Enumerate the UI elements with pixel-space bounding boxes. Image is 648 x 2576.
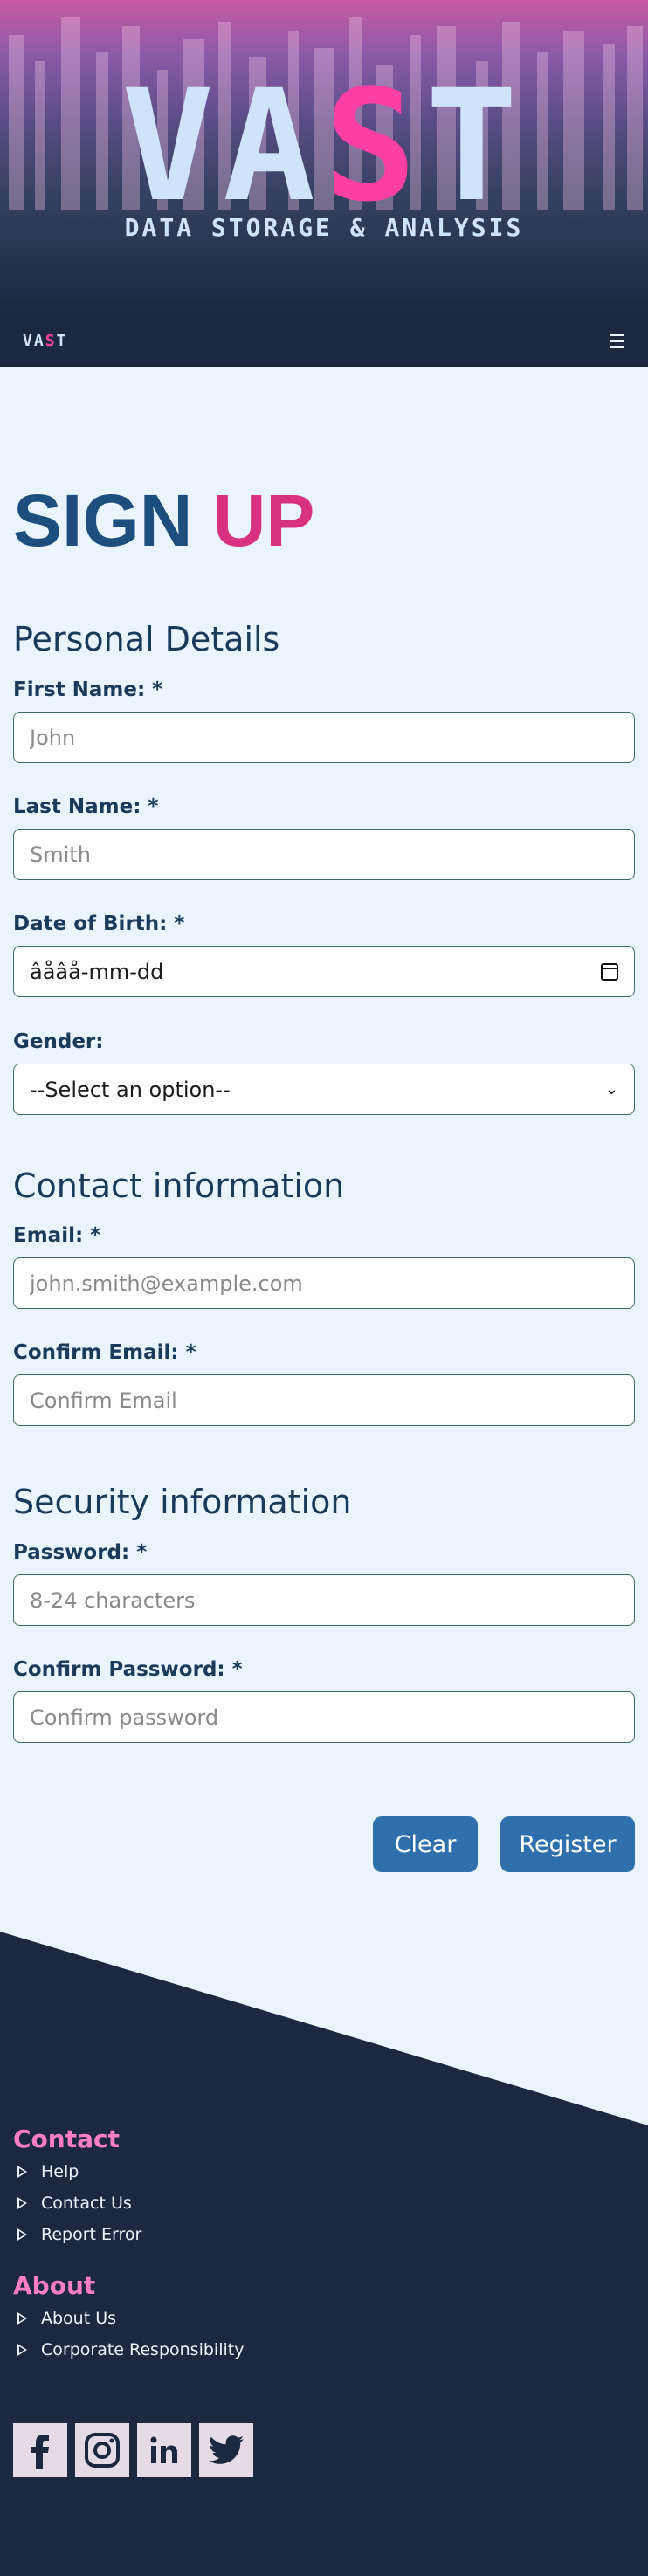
triangle-right-icon <box>17 2312 27 2325</box>
triangle-right-icon <box>17 2166 27 2178</box>
confirm-email-field[interactable] <box>13 1374 635 1426</box>
hero-title: VAST <box>121 57 527 236</box>
footer-link-corporate-responsibility[interactable]: Corporate Responsibility <box>13 2340 244 2359</box>
twitter-icon[interactable] <box>199 2423 253 2477</box>
footer-link-report-error[interactable]: Report Error <box>13 2225 141 2244</box>
triangle-right-icon <box>17 2344 27 2356</box>
page-title: SIGN UP <box>13 479 315 561</box>
triangle-right-icon <box>17 2228 27 2241</box>
last-name-label: Last Name: * <box>13 796 159 818</box>
footer-link-help[interactable]: Help <box>13 2162 79 2181</box>
triangle-right-icon <box>17 2197 27 2209</box>
footer-about-heading: About <box>13 2271 96 2300</box>
facebook-icon[interactable] <box>13 2423 67 2477</box>
dob-label: Date of Birth: * <box>13 913 185 935</box>
footer-contact-heading: Contact <box>13 2125 120 2153</box>
first-name-label: First Name: * <box>13 678 163 701</box>
contact-info-heading: Contact information <box>13 1167 345 1205</box>
last-name-field[interactable] <box>13 829 635 880</box>
chevron-down-icon: ⌄ <box>604 1080 618 1099</box>
email-label: Email: * <box>13 1224 101 1247</box>
hero-subtitle: DATA STORAGE & ANALYSIS <box>124 213 524 242</box>
confirm-email-label: Confirm Email: * <box>13 1341 196 1364</box>
top-nav: VAST <box>0 316 648 367</box>
gender-select[interactable]: --Select an option-- ⌄ <box>13 1064 635 1115</box>
footer-link-contact-us[interactable]: Contact Us <box>13 2194 132 2213</box>
email-field[interactable] <box>13 1257 635 1309</box>
footer-diagonal-divider <box>0 1932 648 2125</box>
clear-button[interactable]: Clear <box>373 1816 478 1872</box>
hero-banner: VAST DATA STORAGE & ANALYSIS <box>0 0 648 316</box>
security-info-heading: Security information <box>13 1483 352 1521</box>
confirm-password-field[interactable] <box>13 1691 635 1743</box>
password-field[interactable] <box>13 1574 635 1626</box>
dob-value: âåâå-mm-dd <box>30 959 164 984</box>
confirm-password-label: Confirm Password: * <box>13 1658 243 1681</box>
dob-field[interactable]: âåâå-mm-dd <box>13 946 635 997</box>
calendar-icon[interactable] <box>601 962 618 981</box>
gender-selected-value: --Select an option-- <box>30 1077 231 1102</box>
footer-link-about-us[interactable]: About Us <box>13 2309 116 2328</box>
nav-logo[interactable]: VAST <box>23 332 67 350</box>
linkedin-icon[interactable] <box>137 2423 191 2477</box>
password-label: Password: * <box>13 1541 148 1564</box>
personal-details-heading: Personal Details <box>13 620 280 658</box>
hamburger-icon[interactable] <box>608 330 625 351</box>
first-name-field[interactable] <box>13 712 635 763</box>
gender-label: Gender: <box>13 1030 104 1053</box>
instagram-icon[interactable] <box>75 2423 129 2477</box>
register-button[interactable]: Register <box>500 1816 635 1872</box>
